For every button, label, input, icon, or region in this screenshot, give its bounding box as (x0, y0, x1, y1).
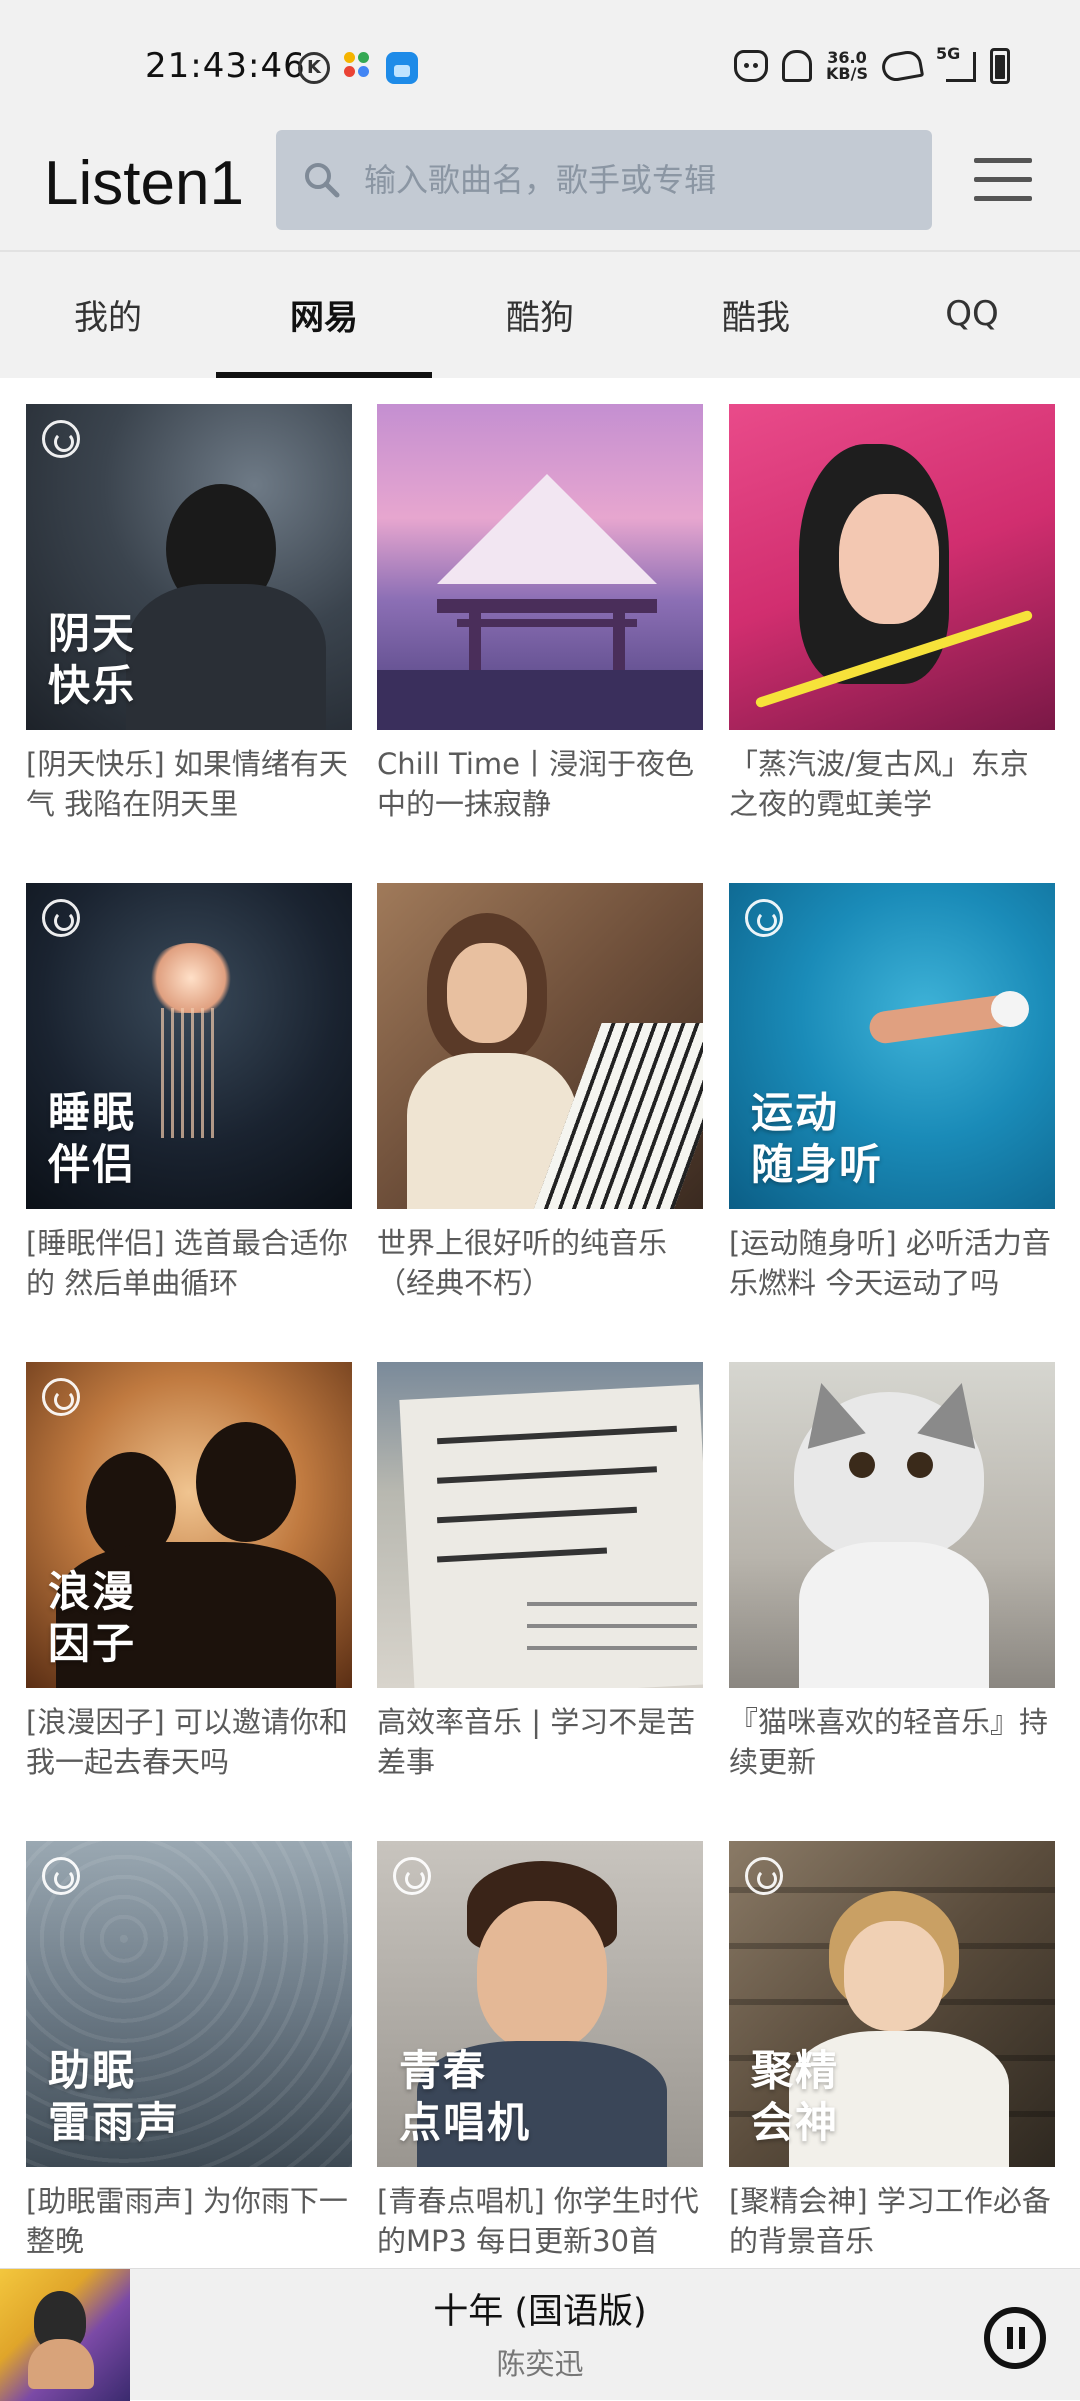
playlist-card[interactable]: 睡眠 伴侣 [睡眠伴侣] 选首最合适你的 然后单曲循环 (26, 883, 352, 1303)
playlist-title: [浪漫因子] 可以邀请你和我一起去春天吗 (26, 1705, 348, 1779)
signal-icon: 5G (936, 44, 976, 84)
search-input[interactable] (364, 130, 904, 230)
cover-overlay-text: 运动 随身听 (751, 1088, 884, 1189)
playlist-cover[interactable] (729, 1362, 1055, 1688)
playlist-title: [运动随身听] 必听活力音乐燃料 今天运动了吗 (729, 1226, 1051, 1300)
playlist-cover[interactable] (377, 1362, 703, 1688)
playlist-cover[interactable]: 聚精 会神 (729, 1841, 1055, 2167)
playlist-title: [青春点唱机] 你学生时代的MP3 每日更新30首 (377, 2184, 699, 2258)
playlist-cover[interactable]: 助眠 雷雨声 (26, 1841, 352, 2167)
playlist-card[interactable]: 助眠 雷雨声 [助眠雷雨声] 为你雨下一整晚 (26, 1841, 352, 2261)
playlist-cover[interactable]: 运动 随身听 (729, 883, 1055, 1209)
playlist-title: Chill Time丨浸润于夜色中的一抹寂静 (377, 747, 694, 821)
search-box[interactable] (276, 130, 932, 230)
playlist-card[interactable]: 「蒸汽波/复古风」东京之夜的霓虹美学 (729, 404, 1055, 824)
search-icon (305, 163, 340, 198)
playlist-title: [睡眠伴侣] 选首最合适你的 然后单曲循环 (26, 1226, 348, 1300)
netease-logo-icon (745, 899, 783, 937)
playlist-card[interactable]: 世界上很好听的纯音乐（经典不朽） (377, 883, 703, 1303)
source-tabs: 我的 网易 酷狗 酷我 QQ (0, 250, 1080, 380)
netease-logo-icon (42, 1857, 80, 1895)
k-app-icon: K (298, 52, 330, 84)
network-type: 5G (936, 44, 961, 63)
playlist-card[interactable]: 高效率音乐 | 学习不是苦差事 (377, 1362, 703, 1782)
status-time: 21:43:46 (145, 46, 306, 86)
bell-muted-icon (782, 50, 813, 82)
netease-logo-icon (42, 1378, 80, 1416)
playlist-card[interactable]: 聚精 会神 [聚精会神] 学习工作必备的背景音乐 (729, 1841, 1055, 2261)
tab-mine[interactable]: 我的 (0, 252, 216, 376)
cover-overlay-text: 阴天 快乐 (48, 609, 137, 710)
now-playing-bar[interactable]: 十年 (国语版) 陈奕迅 (0, 2268, 1080, 2401)
playlist-grid: 阴天 快乐 [阴天快乐] 如果情绪有天气 我陷在阴天里 Chill Time丨浸… (0, 378, 1080, 2268)
playlist-title: [助眠雷雨声] 为你雨下一整晚 (26, 2184, 348, 2258)
app-title: Listen1 (44, 149, 244, 218)
playlist-title: [聚精会神] 学习工作必备的背景音乐 (729, 2184, 1051, 2258)
netease-logo-icon (393, 1857, 431, 1895)
playlist-title: 高效率音乐 | 学习不是苦差事 (377, 1705, 696, 1779)
playlist-card[interactable]: 运动 随身听 [运动随身听] 必听活力音乐燃料 今天运动了吗 (729, 883, 1055, 1303)
wifi-icon (879, 48, 925, 84)
netease-logo-icon (42, 899, 80, 937)
netease-logo-icon (42, 420, 80, 458)
hamburger-menu-icon[interactable] (974, 158, 1034, 202)
playlist-cover[interactable]: 睡眠 伴侣 (26, 883, 352, 1209)
playlist-cover[interactable] (729, 404, 1055, 730)
playlist-card[interactable]: 浪漫 因子 [浪漫因子] 可以邀请你和我一起去春天吗 (26, 1362, 352, 1782)
playlist-title: 世界上很好听的纯音乐（经典不朽） (377, 1226, 668, 1300)
tab-qq[interactable]: QQ (864, 252, 1080, 376)
playlist-title: [阴天快乐] 如果情绪有天气 我陷在阴天里 (26, 747, 348, 821)
cover-overlay-text: 浪漫 因子 (48, 1567, 137, 1668)
cover-overlay-text: 青春 点唱机 (399, 2046, 532, 2147)
playlist-title: 『猫咪喜欢的轻音乐』持续更新 (729, 1705, 1049, 1779)
pause-icon[interactable] (984, 2307, 1046, 2369)
now-playing-title: 十年 (国语版) (433, 2292, 647, 2332)
playlist-cover[interactable]: 阴天 快乐 (26, 404, 352, 730)
playlist-cover[interactable] (377, 883, 703, 1209)
battery-icon (990, 48, 1010, 84)
colorful-dots-icon (344, 52, 378, 88)
network-speed: 36.0 KB/S (826, 50, 868, 82)
playlist-card[interactable]: 『猫咪喜欢的轻音乐』持续更新 (729, 1362, 1055, 1782)
playlist-cover[interactable] (377, 404, 703, 730)
playlist-card[interactable]: 青春 点唱机 [青春点唱机] 你学生时代的MP3 每日更新30首 (377, 1841, 703, 2261)
cover-overlay-text: 睡眠 伴侣 (48, 1088, 137, 1189)
tab-kuwo[interactable]: 酷我 (648, 252, 864, 376)
tab-kugou[interactable]: 酷狗 (432, 252, 648, 376)
robot-face-icon (734, 50, 769, 82)
notification-app-icon (386, 52, 418, 84)
cover-overlay-text: 聚精 会神 (751, 2046, 840, 2147)
status-right-icons: 36.0 KB/S 5G (734, 44, 1010, 86)
playlist-card[interactable]: Chill Time丨浸润于夜色中的一抹寂静 (377, 404, 703, 824)
tab-netease[interactable]: 网易 (216, 252, 432, 380)
playlist-title: 「蒸汽波/复古风」东京之夜的霓虹美学 (729, 747, 1029, 821)
cover-overlay-text: 助眠 雷雨声 (48, 2046, 181, 2147)
playlist-card[interactable]: 阴天 快乐 [阴天快乐] 如果情绪有天气 我陷在阴天里 (26, 404, 352, 824)
app-header: Listen1 (0, 130, 1080, 250)
now-playing-artist: 陈奕迅 (496, 2347, 584, 2381)
netease-logo-icon (745, 1857, 783, 1895)
speed-unit: KB/S (826, 64, 868, 83)
playlist-cover[interactable]: 青春 点唱机 (377, 1841, 703, 2167)
playlist-cover[interactable]: 浪漫 因子 (26, 1362, 352, 1688)
status-bar: 21:43:46 K 36.0 KB/S 5G (0, 0, 1080, 130)
